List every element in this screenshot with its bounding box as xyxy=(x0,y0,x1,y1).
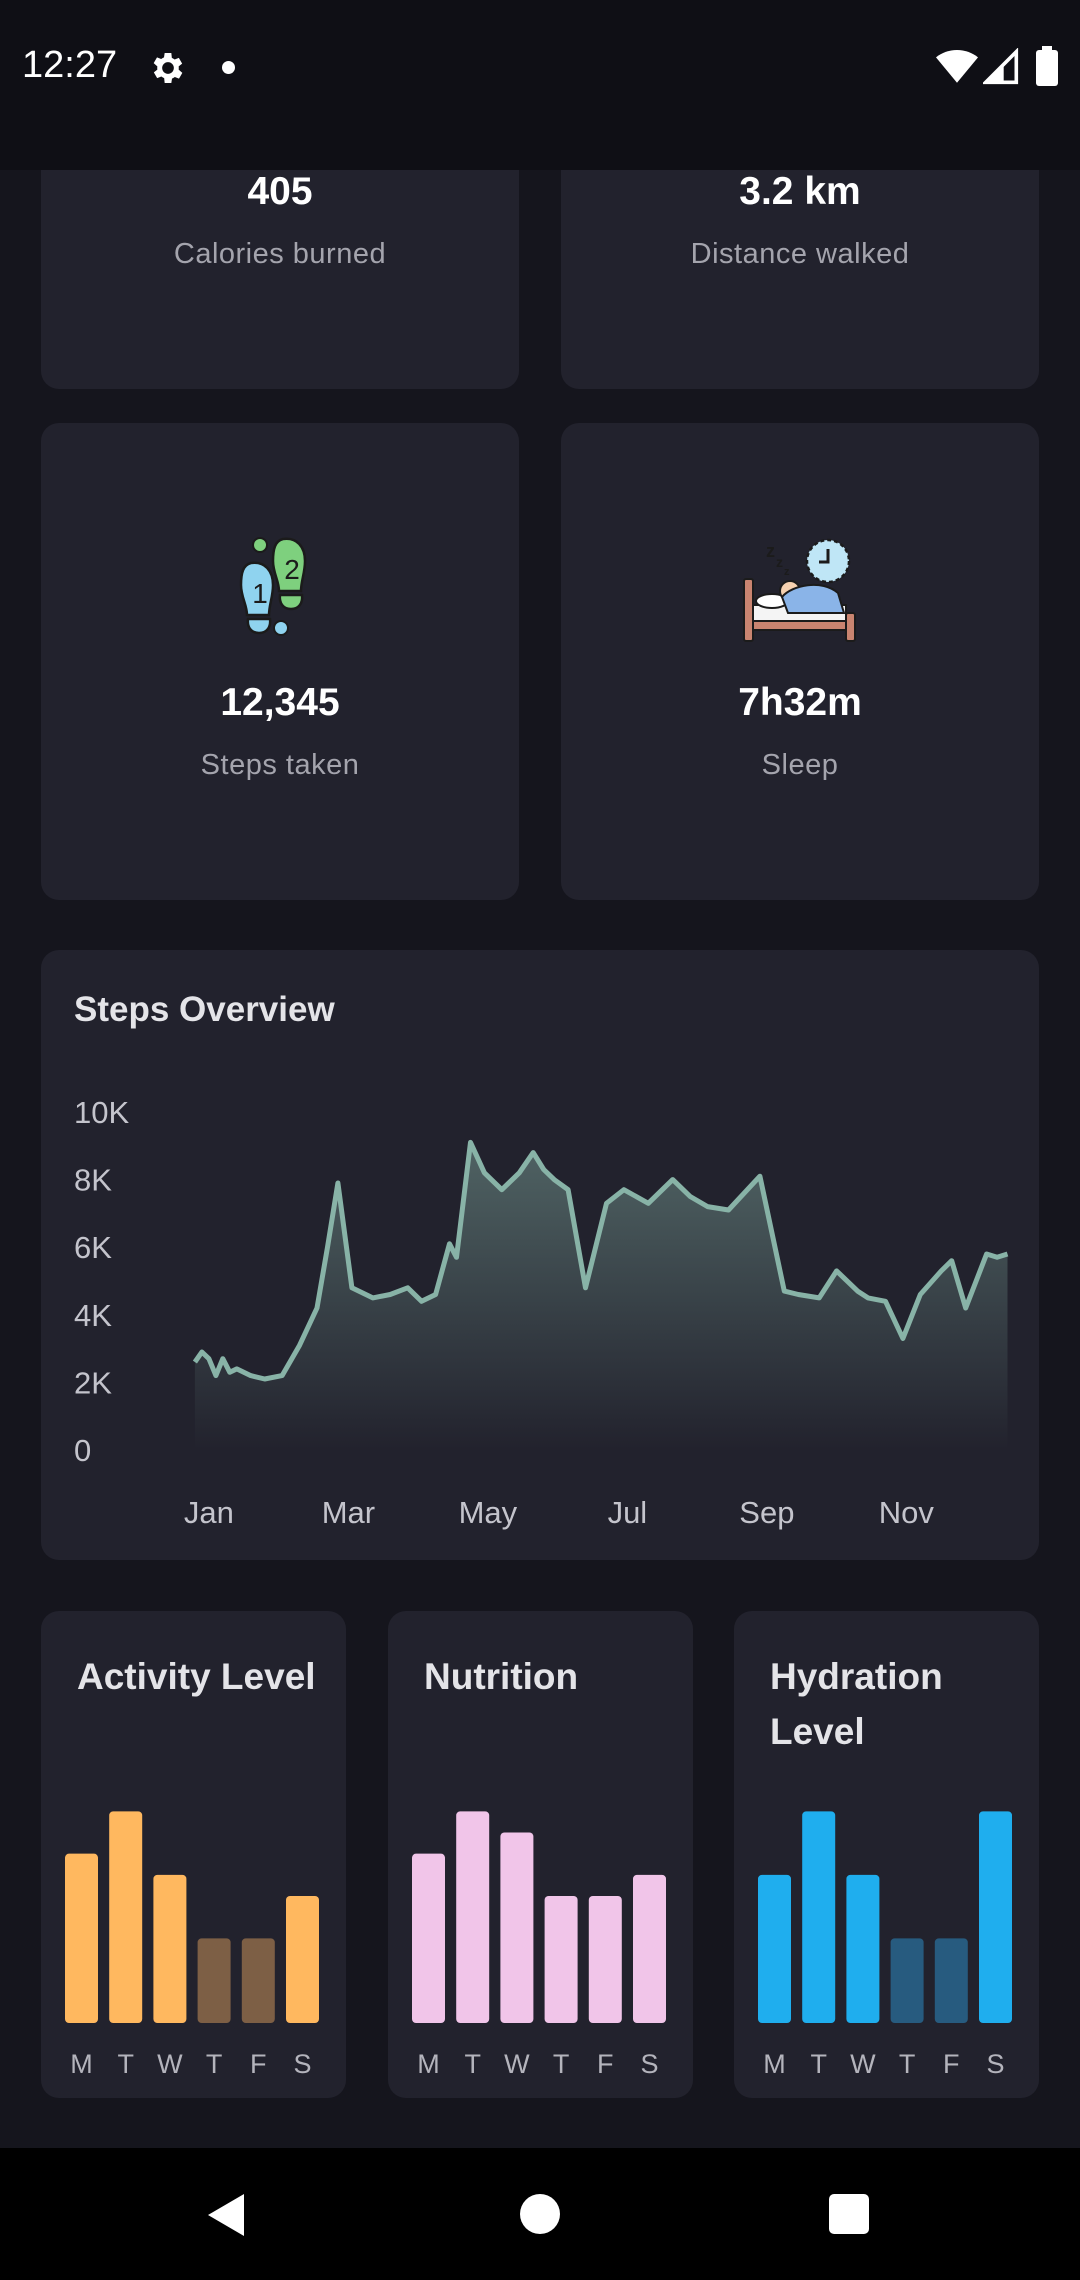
calories-value: 405 xyxy=(247,170,313,213)
distance-card[interactable]: 3.2 km Distance walked xyxy=(561,150,1039,389)
bar xyxy=(934,1938,968,2023)
steps-overview-chart: 0 2K 4K 6K 8K 10K Jan Mar May Jul Sep Nov xyxy=(74,1095,1009,1530)
svg-text:z: z xyxy=(766,541,775,561)
day-label: S xyxy=(293,2049,311,2079)
bar xyxy=(241,1938,275,2023)
steps-value: 12,345 xyxy=(220,681,340,724)
x-tick-label: Jul xyxy=(608,1495,648,1530)
y-tick-label: 8K xyxy=(74,1163,112,1198)
day-label: S xyxy=(986,2049,1004,2079)
sleep-value: 7h32m xyxy=(738,681,862,724)
steps-label: Steps taken xyxy=(200,749,360,781)
bar xyxy=(65,1853,98,2023)
nutrition-card[interactable]: Nutrition MTWTFS xyxy=(388,1611,693,2098)
y-tick-label: 2K xyxy=(74,1365,112,1400)
bar xyxy=(846,1874,880,2023)
battery-icon xyxy=(1036,46,1058,86)
day-label: S xyxy=(640,2049,658,2079)
x-tick-label: Mar xyxy=(322,1495,375,1530)
svg-text:2: 2 xyxy=(284,554,300,585)
bar xyxy=(286,1896,319,2023)
nutrition-chart: MTWTFS xyxy=(412,1811,666,2079)
bar xyxy=(544,1896,578,2023)
distance-value: 3.2 km xyxy=(739,170,861,213)
y-tick-label: 10K xyxy=(74,1095,129,1130)
day-label: T xyxy=(464,2049,481,2079)
day-label: F xyxy=(597,2049,614,2079)
svg-text:z: z xyxy=(776,554,783,570)
activity-level-card[interactable]: Activity Level MTWTFS xyxy=(41,1611,346,2098)
back-icon[interactable] xyxy=(204,2192,248,2238)
bar xyxy=(153,1874,187,2023)
x-tick-label: Nov xyxy=(879,1495,935,1530)
bar xyxy=(412,1853,445,2023)
x-tick-label: Jan xyxy=(184,1495,234,1530)
day-label: W xyxy=(157,2049,183,2079)
x-tick-label: May xyxy=(459,1495,518,1530)
calories-label: Calories burned xyxy=(173,238,387,270)
bar xyxy=(802,1811,836,2023)
day-label: W xyxy=(850,2049,876,2079)
bar xyxy=(456,1811,490,2023)
day-label: T xyxy=(810,2049,827,2079)
bar xyxy=(979,1811,1012,2023)
hydration-level-card[interactable]: Hydration Level MTWTFS xyxy=(734,1611,1039,2098)
notification-dot xyxy=(222,61,235,74)
footsteps-icon: 2 1 xyxy=(239,537,307,636)
status-time: 12:27 xyxy=(22,44,118,86)
y-tick-label: 0 xyxy=(74,1433,91,1468)
y-tick-label: 4K xyxy=(74,1298,112,1333)
day-label: F xyxy=(250,2049,266,2079)
day-label: T xyxy=(206,2049,223,2079)
recents-icon[interactable] xyxy=(829,2194,869,2234)
sleep-card[interactable]: z z z 7h32m Sleep xyxy=(561,423,1039,900)
wifi-icon xyxy=(936,50,978,83)
day-label: T xyxy=(899,2049,916,2079)
sleep-bed-icon: z z z xyxy=(743,538,856,642)
bar xyxy=(588,1896,622,2023)
bar xyxy=(500,1832,534,2023)
navigation-bar xyxy=(0,2148,1080,2280)
bar xyxy=(109,1811,143,2023)
svg-text:1: 1 xyxy=(252,578,268,609)
status-bar-backdrop xyxy=(0,150,1080,170)
activity-level-chart: MTWTFS xyxy=(65,1811,319,2079)
gear-icon xyxy=(153,53,183,83)
day-label: M xyxy=(70,2049,93,2079)
bar xyxy=(758,1874,791,2023)
home-icon[interactable] xyxy=(520,2194,560,2234)
distance-label: Distance walked xyxy=(690,238,910,270)
day-label: F xyxy=(943,2049,960,2079)
bar xyxy=(633,1874,666,2023)
bar xyxy=(197,1938,231,2023)
x-tick-label: Sep xyxy=(739,1495,794,1530)
bar xyxy=(890,1938,924,2023)
sleep-label: Sleep xyxy=(761,749,839,781)
calories-card[interactable]: 405 Calories burned xyxy=(41,150,519,389)
steps-card[interactable]: 2 1 12,345 Steps taken xyxy=(41,423,519,900)
day-label: T xyxy=(117,2049,134,2079)
y-tick-label: 6K xyxy=(74,1230,112,1265)
steps-overview-card: Steps Overview 0 2K 4K 6K 8K 10K Jan Mar May Jul S… xyxy=(41,950,1039,1560)
day-label: M xyxy=(763,2049,786,2079)
status-bar: 12:27 xyxy=(0,0,1080,170)
hydration-level-chart: MTWTFS xyxy=(758,1811,1012,2079)
day-label: T xyxy=(553,2049,570,2079)
day-label: W xyxy=(504,2049,530,2079)
svg-text:z: z xyxy=(784,566,790,578)
signal-icon xyxy=(983,48,1019,85)
day-label: M xyxy=(417,2049,440,2079)
